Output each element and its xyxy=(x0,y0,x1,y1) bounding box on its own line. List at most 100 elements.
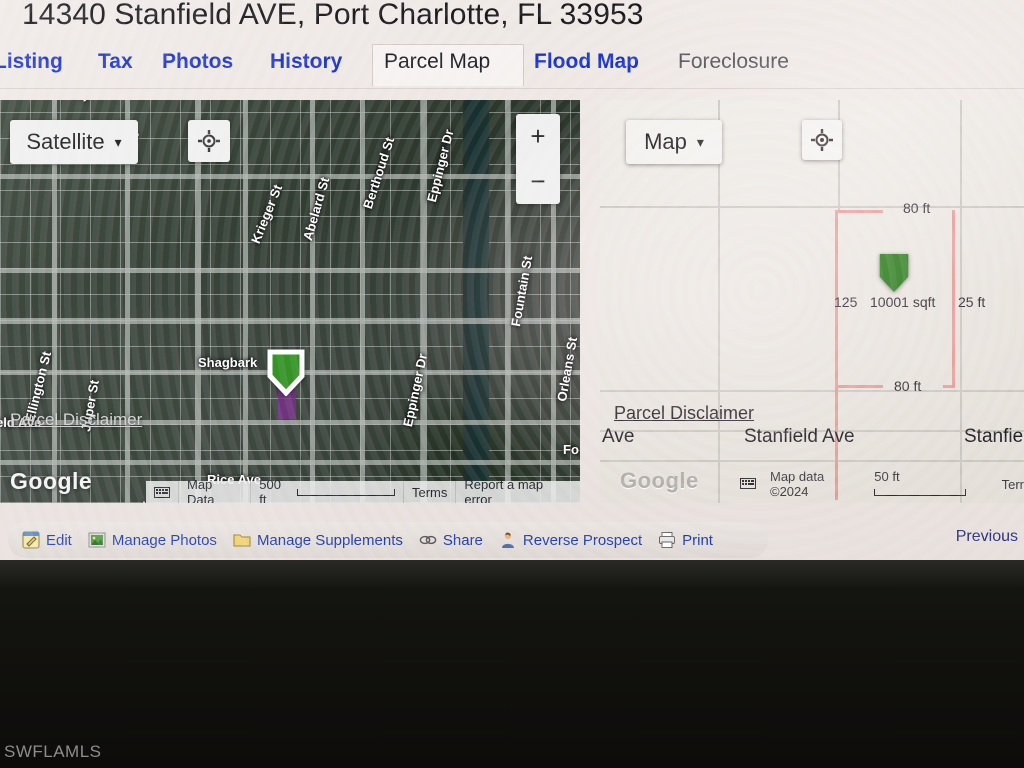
parcel-area: 10001 sqft xyxy=(870,294,936,310)
road-horizontal xyxy=(0,174,580,179)
road-horizontal xyxy=(0,318,580,324)
chevron-down-icon: ▾ xyxy=(114,133,122,150)
map-scale-value: 500 ft xyxy=(259,477,281,503)
dimension-left: 125 xyxy=(834,294,858,310)
scale-bar xyxy=(297,488,395,496)
monitor-bezel: 2 xyxy=(0,560,1024,768)
street-label-right: Stanfiel xyxy=(964,426,1024,447)
keyboard-shortcuts-button[interactable] xyxy=(146,481,179,503)
canal xyxy=(463,100,489,503)
print-button[interactable]: Print xyxy=(658,531,713,549)
street-label: Fountain St xyxy=(508,254,536,328)
road-vertical xyxy=(310,100,315,503)
manage-supplements-button[interactable]: Manage Supplements xyxy=(233,531,403,549)
screen-photo: 14340 Stanfield AVE, Port Charlotte, FL … xyxy=(0,0,1024,768)
manage-supplements-label: Manage Supplements xyxy=(256,531,403,549)
parcel-edge-bottom-right xyxy=(943,385,955,388)
parcel-edge-top-left xyxy=(835,210,883,213)
map-type-label: Satellite xyxy=(26,129,105,154)
zoom-control-left[interactable]: + − xyxy=(516,114,560,204)
parcel-marker-icon-right[interactable] xyxy=(875,250,913,296)
parcel-disclaimer-right[interactable]: Parcel Disclaimer xyxy=(614,403,754,424)
road-horizontal xyxy=(0,268,580,273)
parcel-map[interactable]: 80 ft 80 ft 125 10001 sqft 25 ft Map ▾ P… xyxy=(600,100,1024,503)
page-title: 14340 Stanfield AVE, Port Charlotte, FL … xyxy=(22,0,644,31)
parcel-edge-right xyxy=(952,210,955,385)
street-label: Abelard St xyxy=(300,175,333,243)
photos-icon xyxy=(88,532,106,548)
crosshair-icon xyxy=(198,130,220,152)
street-label: Eppinger Dr xyxy=(424,127,457,204)
zoom-out-button[interactable]: − xyxy=(516,159,560,204)
crosshair-icon-right xyxy=(811,129,833,151)
terms-link-right[interactable]: Terr xyxy=(1002,477,1024,492)
zoom-in-button[interactable]: + xyxy=(516,114,560,159)
parcel-edge-left xyxy=(835,210,838,500)
terms-link-left[interactable]: Terms xyxy=(404,481,457,503)
person-icon xyxy=(501,532,514,548)
keyboard-icon xyxy=(154,486,170,498)
tab-parcel-map[interactable]: Parcel Map xyxy=(384,50,490,74)
share-icon xyxy=(419,535,437,545)
tab-bar: Listing Tax Photos History Parcel Map Fl… xyxy=(0,44,1024,90)
tab-tax[interactable]: Tax xyxy=(98,50,133,74)
keyboard-icon-right xyxy=(740,477,756,489)
satellite-map[interactable]: Shagbark Rice Ave Rita Ave eld Ave Krieg… xyxy=(0,100,580,503)
manage-photos-button[interactable]: Manage Photos xyxy=(88,531,217,549)
locate-me-button-left[interactable] xyxy=(188,120,230,162)
edit-icon xyxy=(22,531,40,549)
chevron-down-icon-right: ▾ xyxy=(696,133,704,150)
map-data-label: Map Data xyxy=(179,477,252,503)
map-type-button-satellite[interactable]: Satellite ▾ xyxy=(10,120,138,164)
street-label: Berthoud St xyxy=(360,135,398,211)
dimension-bottom: 80 ft xyxy=(894,378,922,394)
keyboard-shortcuts-button-right[interactable] xyxy=(740,477,756,492)
share-label: Share xyxy=(442,531,483,549)
map-scale-right: 50 ft xyxy=(874,469,987,499)
reverse-prospect-label: Reverse Prospect xyxy=(522,531,643,549)
google-watermark-left: Google xyxy=(10,468,93,494)
map-scale-value-right: 50 ft xyxy=(874,469,900,484)
map-data-label-right: Map data ©2024 xyxy=(770,469,825,499)
road-vertical xyxy=(243,100,248,503)
manage-photos-label: Manage Photos xyxy=(111,531,217,549)
street-label: Ju xyxy=(74,100,91,103)
share-button[interactable]: Share xyxy=(419,531,483,549)
reverse-prospect-button[interactable]: Reverse Prospect xyxy=(499,531,642,549)
tab-foreclosure[interactable]: Foreclosure xyxy=(678,50,789,74)
edit-label: Edit xyxy=(46,531,72,549)
mls-watermark: SWFLAMLS xyxy=(4,742,102,761)
tab-history[interactable]: History xyxy=(270,50,342,74)
map-type-button-map[interactable]: Map ▾ xyxy=(626,120,722,164)
mls-page: 14340 Stanfield AVE, Port Charlotte, FL … xyxy=(0,0,1024,573)
tab-listing[interactable]: Listing xyxy=(0,50,63,74)
street-label: Shagbark xyxy=(198,355,258,370)
report-map-error-link[interactable]: Report a map error xyxy=(456,477,580,503)
road-horizontal xyxy=(0,460,580,465)
printer-icon xyxy=(659,532,676,548)
map-type-label-right: Map xyxy=(644,129,687,154)
folder-icon xyxy=(233,534,251,547)
parcel-marker-icon[interactable] xyxy=(266,348,306,396)
previous-link[interactable]: Previous xyxy=(956,528,1018,546)
parcel-edge-bottom-left xyxy=(835,385,883,388)
action-toolbar: Edit Manage Photos Manage Supplements Sh… xyxy=(8,522,768,558)
tab-flood-map[interactable]: Flood Map xyxy=(534,50,639,74)
street-label-right: Stanfield Ave xyxy=(744,426,855,447)
street-label: Fo xyxy=(563,442,579,457)
road-vertical xyxy=(505,100,510,503)
dimension-top: 80 ft xyxy=(903,200,931,216)
locate-me-button-right[interactable] xyxy=(802,120,842,160)
map-scale-left: 500 ft xyxy=(251,477,404,503)
street-label-right: Ave xyxy=(602,426,635,447)
google-watermark-right: Google xyxy=(620,468,699,493)
map-attribution-left: Map Data 500 ft Terms Report a map error xyxy=(146,477,580,503)
tab-bar-rule xyxy=(0,88,1024,89)
road-vertical xyxy=(360,100,365,503)
edit-button[interactable]: Edit xyxy=(22,531,72,549)
print-label: Print xyxy=(682,531,713,549)
parcel-disclaimer-left[interactable]: Parcel Disclaimer xyxy=(10,410,142,430)
map-attribution-right: Map data ©2024 50 ft Terr xyxy=(740,469,1024,499)
tab-photos[interactable]: Photos xyxy=(162,50,233,74)
road-vertical xyxy=(421,100,427,503)
